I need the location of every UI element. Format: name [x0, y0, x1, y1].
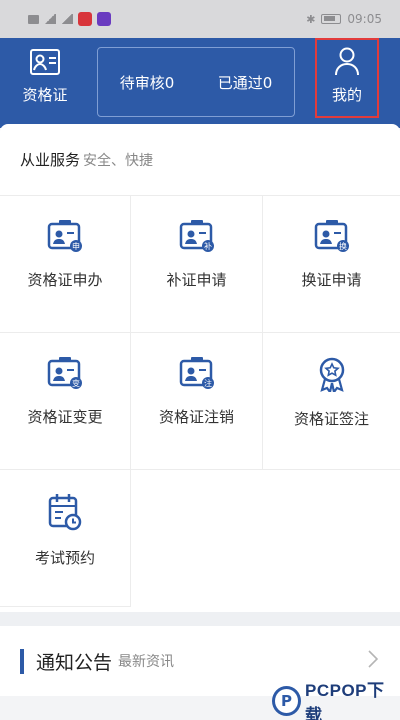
- service-item-change[interactable]: 变 资格证变更: [0, 333, 131, 470]
- watermark-mark: P: [272, 686, 301, 716]
- notice-title: 通知公告: [36, 651, 113, 674]
- services-subtitle: 安全、快捷: [83, 152, 154, 169]
- service-item-reissue[interactable]: 补 补证申请: [131, 196, 263, 333]
- status-bar: ✱ 09:05: [0, 0, 400, 38]
- signal-icon: [44, 14, 56, 24]
- service-item-endorse[interactable]: 资格证签注: [263, 333, 400, 470]
- service-label: 资格证签注: [293, 410, 369, 428]
- services-title: 从业服务: [20, 151, 81, 169]
- service-item-cert-apply[interactable]: 申 资格证申办: [0, 196, 131, 333]
- svg-text:换: 换: [339, 241, 347, 251]
- battery-icon: [321, 14, 342, 24]
- service-label: 考试预约: [34, 549, 95, 567]
- calendar-clock-icon: [48, 494, 82, 531]
- certificate-label: 资格证: [22, 86, 68, 104]
- notice-subtitle: 最新资讯: [118, 654, 175, 670]
- certificate-button[interactable]: 资格证: [14, 46, 76, 118]
- svg-text:申: 申: [72, 241, 80, 251]
- chevron-right-icon: [368, 650, 378, 668]
- id-card-renew-icon: 换: [314, 220, 349, 252]
- review-status-box: 待审核0 已通过0: [97, 47, 295, 117]
- badge-award-icon: [319, 357, 344, 392]
- service-item-exam-booking[interactable]: 考试预约: [0, 470, 131, 607]
- user-icon: [335, 47, 359, 76]
- app-notification-icon: [78, 12, 92, 26]
- status-left-icons: [28, 12, 111, 26]
- grid-empty-cell: [263, 470, 400, 607]
- mine-button[interactable]: 我的: [315, 38, 379, 118]
- status-right: ✱ 09:05: [306, 12, 382, 26]
- service-label: 资格证变更: [27, 408, 103, 426]
- signal-icon-2: [61, 14, 73, 24]
- services-header: 从业服务 安全、快捷: [0, 124, 400, 196]
- svg-text:变: 变: [72, 378, 80, 388]
- id-card-change-icon: 变: [47, 357, 82, 389]
- pending-review-link[interactable]: 待审核0: [120, 72, 175, 93]
- id-card-apply-icon: 申: [47, 220, 82, 252]
- section-divider: [0, 612, 400, 626]
- services-card: 从业服务 安全、快捷 申 资格证申办 补 补证申请 换 换证申请 变 资格证变更…: [0, 124, 400, 612]
- status-time: 09:05: [347, 12, 382, 26]
- notice-accent-bar: [20, 648, 24, 674]
- certificate-icon: [30, 49, 60, 75]
- svg-text:补: 补: [204, 241, 212, 251]
- service-label: 资格证注销: [158, 408, 234, 426]
- svg-text:注: 注: [204, 378, 212, 388]
- service-item-renew[interactable]: 换 换证申请: [263, 196, 400, 333]
- service-item-cancel[interactable]: 注 资格证注销: [131, 333, 263, 470]
- id-card-reissue-icon: 补: [179, 220, 214, 252]
- services-grid: 申 资格证申办 补 补证申请 换 换证申请 变 资格证变更 注 资格证注销 资格…: [0, 196, 400, 607]
- id-card-cancel-icon: 注: [179, 357, 214, 389]
- mine-label: 我的: [331, 86, 362, 104]
- notification-icon: [28, 14, 39, 24]
- app-notification-icon-2: [97, 12, 111, 26]
- grid-empty-cell: [131, 470, 263, 607]
- bluetooth-icon: ✱: [306, 12, 316, 26]
- service-label: 补证申请: [166, 271, 227, 289]
- app-header: 资格证 待审核0 已通过0 我的: [0, 38, 400, 128]
- service-label: 资格证申办: [27, 271, 103, 289]
- watermark-logo: P PCPOP下载: [272, 681, 398, 720]
- approved-link[interactable]: 已通过0: [218, 72, 273, 93]
- service-label: 换证申请: [301, 271, 362, 289]
- watermark-text: PCPOP下载: [305, 681, 385, 720]
